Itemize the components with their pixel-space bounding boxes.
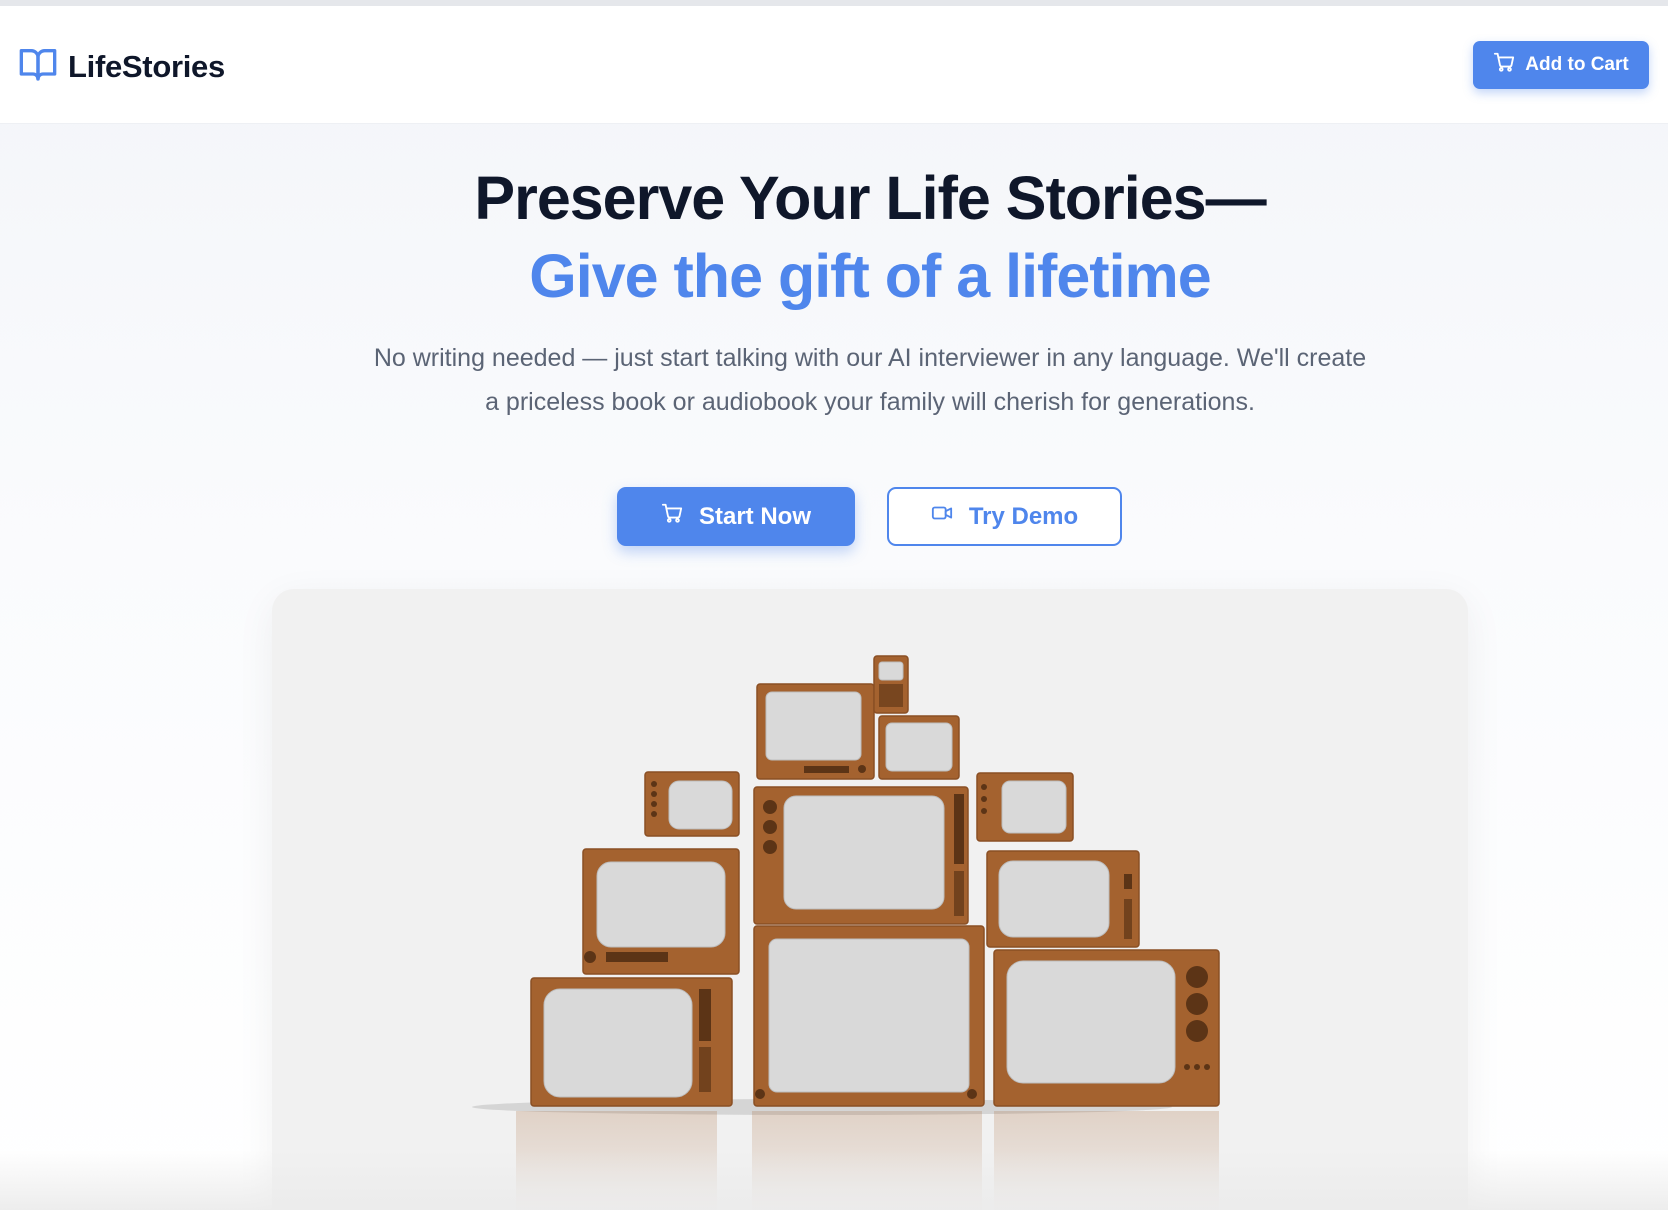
brand-name: LifeStories [68,48,225,84]
bottom-fade [0,1150,1668,1210]
navbar: LifeStories Add to Cart [0,6,1668,124]
add-to-cart-label: Add to Cart [1525,54,1629,75]
try-demo-button[interactable]: Try Demo [887,487,1122,546]
open-book-icon [18,44,58,89]
hero-image [272,589,1468,1210]
hero-description: No writing needed — just start talking w… [373,344,1367,416]
cart-icon [1493,51,1515,79]
start-now-label: Start Now [698,502,811,530]
video-camera-icon [931,502,953,531]
brand-logo[interactable]: LifeStories [18,44,225,89]
hero-headline: Preserve Your Life Stories— [474,164,1266,232]
vintage-tv-stack-illustration [472,655,1220,1210]
add-to-cart-button[interactable]: Add to Cart [1473,41,1649,89]
hero-subheadline: Give the gift of a lifetime [529,242,1211,310]
cart-icon [661,502,683,531]
try-demo-label: Try Demo [968,502,1079,530]
start-now-button[interactable]: Start Now [617,487,855,546]
